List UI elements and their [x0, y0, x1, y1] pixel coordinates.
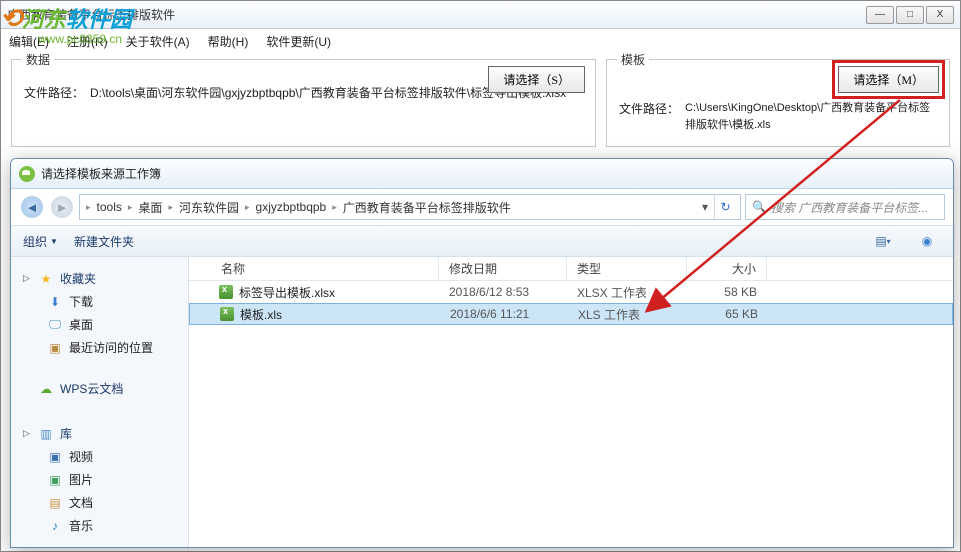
data-path-label: 文件路径： [24, 84, 84, 101]
maximize-button[interactable]: □ [896, 6, 924, 24]
cloud-icon: ☁ [38, 381, 54, 397]
file-list: 名称 修改日期 类型 大小 标签导出模板.xlsx 2018/6/12 8:53… [189, 257, 953, 547]
main-titlebar[interactable]: 广西教育装备平台标签排版软件 — □ X [1, 1, 960, 29]
template-path-value: C:\Users\KingOne\Desktop\广西教育装备平台标签排版软件\… [685, 100, 937, 133]
column-headers: 名称 修改日期 类型 大小 [189, 257, 953, 281]
refresh-icon[interactable]: ↻ [714, 195, 736, 219]
sidebar-desktop[interactable]: 🖵桌面 [23, 313, 176, 336]
nav-back-button[interactable]: ◄ [19, 194, 45, 220]
sidebar-downloads[interactable]: ⬇下载 [23, 290, 176, 313]
file-dialog: 请选择模板来源工作簿 ◄ ► ▸ tools▸ 桌面▸ 河东软件园▸ gxjyz… [10, 158, 954, 548]
address-row: ◄ ► ▸ tools▸ 桌面▸ 河东软件园▸ gxjyzbptbqpb▸ 广西… [11, 189, 953, 225]
menu-help[interactable]: 帮助(H) [208, 33, 249, 50]
crumb-current[interactable]: 广西教育装备平台标签排版软件 [339, 199, 515, 216]
nav-forward-button[interactable]: ► [49, 194, 75, 220]
crumb-hedong[interactable]: 河东软件园 [175, 199, 243, 216]
download-icon: ⬇ [47, 294, 63, 310]
crumb-desktop[interactable]: 桌面 [134, 199, 166, 216]
menubar: 编辑(E) 注册(R) 关于软件(A) 帮助(H) 软件更新(U) [1, 29, 960, 53]
xlsx-icon [219, 285, 233, 299]
sidebar-library[interactable]: ▷▥库 [23, 422, 176, 445]
dialog-titlebar[interactable]: 请选择模板来源工作簿 [11, 159, 953, 189]
minimize-button[interactable]: — [866, 6, 894, 24]
library-icon: ▥ [38, 426, 54, 442]
data-groupbox: 数据 请选择（S） 文件路径： D:\tools\桌面\河东软件园\gxjyzb… [11, 59, 596, 147]
star-icon: ★ [38, 271, 54, 287]
window-buttons: — □ X [866, 6, 954, 24]
toolbar: 组织▼ 新建文件夹 ▤▾ ◉ [11, 225, 953, 257]
sidebar-music[interactable]: ♪音乐 [23, 514, 176, 537]
desktop-icon: 🖵 [47, 317, 63, 333]
template-groupbox: 模板 请选择（M） 文件路径： C:\Users\KingOne\Desktop… [606, 59, 950, 147]
sidebar-pictures[interactable]: ▣图片 [23, 468, 176, 491]
document-icon: ▤ [47, 495, 63, 511]
data-group-title: 数据 [22, 51, 54, 68]
content-area: 数据 请选择（S） 文件路径： D:\tools\桌面\河东软件园\gxjyzb… [1, 53, 960, 153]
xls-icon [220, 307, 234, 321]
recent-icon: ▣ [47, 340, 63, 356]
col-date[interactable]: 修改日期 [439, 257, 567, 280]
dialog-title: 请选择模板来源工作簿 [41, 165, 945, 182]
template-path-label: 文件路径： [619, 100, 679, 117]
picture-icon: ▣ [47, 472, 63, 488]
sidebar-recent[interactable]: ▣最近访问的位置 [23, 336, 176, 359]
help-icon[interactable]: ◉ [913, 230, 941, 252]
sidebar-docs[interactable]: ▤文档 [23, 491, 176, 514]
crumb-gxjyz[interactable]: gxjyzbptbqpb [252, 200, 331, 214]
col-size[interactable]: 大小 [687, 257, 767, 280]
search-input[interactable]: 🔍 搜索 广西教育装备平台标签... [745, 194, 945, 220]
menu-register[interactable]: 注册(R) [67, 33, 108, 50]
main-title: 广西教育装备平台标签排版软件 [7, 6, 866, 23]
col-type[interactable]: 类型 [567, 257, 687, 280]
video-icon: ▣ [47, 449, 63, 465]
file-row[interactable]: 模板.xls 2018/6/6 11:21 XLS 工作表 65 KB [189, 303, 953, 325]
file-row[interactable]: 标签导出模板.xlsx 2018/6/12 8:53 XLSX 工作表 58 K… [189, 281, 953, 303]
view-button[interactable]: ▤▾ [869, 230, 897, 252]
col-name[interactable]: 名称 [189, 257, 439, 280]
highlight-box: 请选择（M） [832, 60, 945, 99]
sidebar-favorites[interactable]: ▷★收藏夹 [23, 267, 176, 290]
crumb-tools[interactable]: tools [93, 200, 126, 214]
template-select-button[interactable]: 请选择（M） [838, 66, 939, 93]
template-group-title: 模板 [617, 51, 649, 68]
breadcrumb[interactable]: ▸ tools▸ 桌面▸ 河东软件园▸ gxjyzbptbqpb▸ 广西教育装备… [79, 194, 741, 220]
search-icon: 🔍 [752, 200, 767, 214]
new-folder-button[interactable]: 新建文件夹 [74, 233, 134, 250]
organize-button[interactable]: 组织▼ [23, 233, 58, 250]
dialog-body: ▷★收藏夹 ⬇下载 🖵桌面 ▣最近访问的位置 ☁WPS云文档 ▷▥库 ▣视频 ▣… [11, 257, 953, 547]
menu-edit[interactable]: 编辑(E) [9, 33, 49, 50]
sidebar-wps[interactable]: ☁WPS云文档 [23, 377, 176, 400]
data-select-button[interactable]: 请选择（S） [488, 66, 585, 93]
dialog-icon [19, 166, 35, 182]
sidebar-video[interactable]: ▣视频 [23, 445, 176, 468]
menu-about[interactable]: 关于软件(A) [126, 33, 190, 50]
menu-update[interactable]: 软件更新(U) [266, 33, 331, 50]
sidebar: ▷★收藏夹 ⬇下载 🖵桌面 ▣最近访问的位置 ☁WPS云文档 ▷▥库 ▣视频 ▣… [11, 257, 189, 547]
close-button[interactable]: X [926, 6, 954, 24]
music-icon: ♪ [47, 518, 63, 534]
